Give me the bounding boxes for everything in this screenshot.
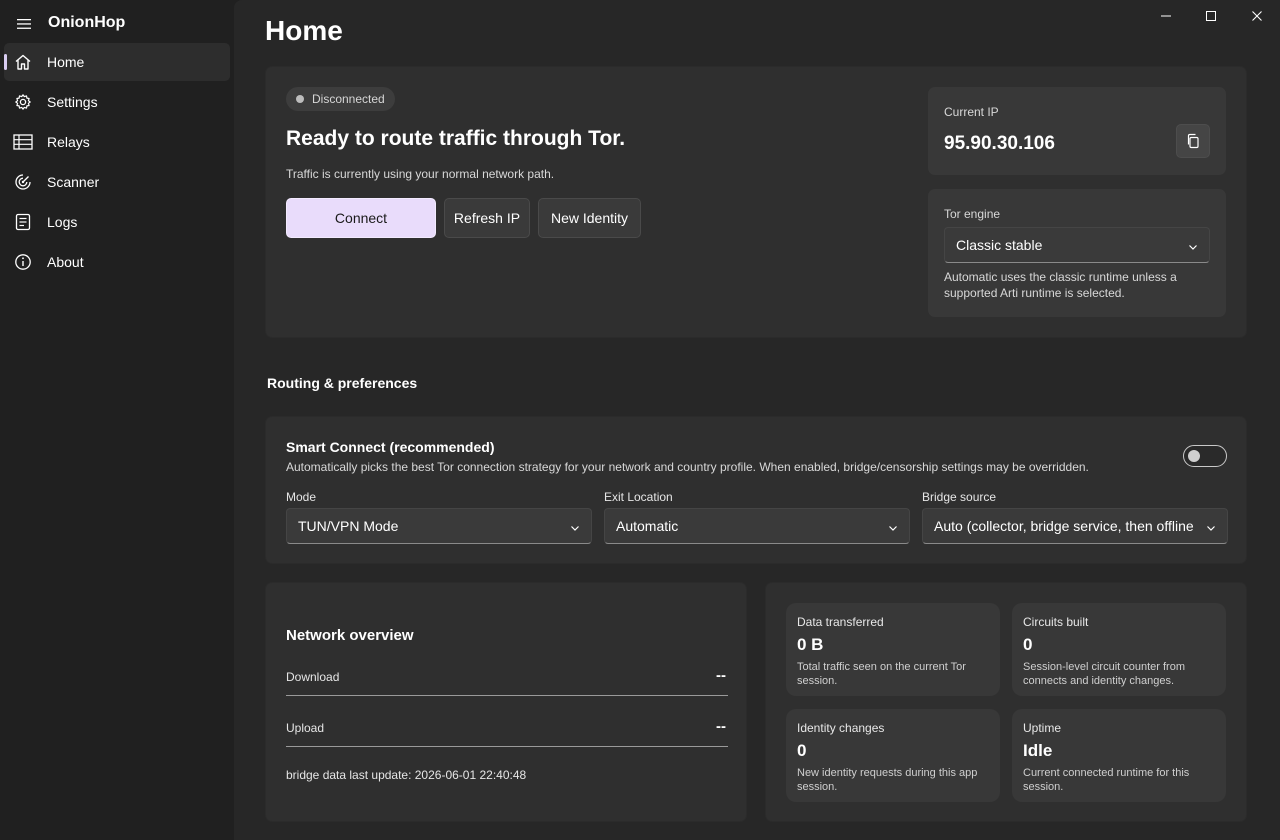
current-ip-label: Current IP <box>944 105 999 119</box>
app-title: OnionHop <box>48 14 126 31</box>
smart-connect-toggle[interactable] <box>1183 445 1227 467</box>
bridge-update-text: bridge data last update: 2026-06-01 22:4… <box>286 768 527 782</box>
home-icon <box>13 52 33 72</box>
exit-location-label: Exit Location <box>604 490 673 504</box>
exit-location-select[interactable]: Automatic <box>604 508 910 544</box>
sidebar-item-label: Logs <box>47 214 78 230</box>
status-badge: Disconnected <box>286 87 395 111</box>
divider <box>286 695 728 696</box>
radar-icon <box>13 172 33 192</box>
info-icon <box>13 252 33 272</box>
copy-ip-button[interactable] <box>1176 124 1210 158</box>
bridge-source-select[interactable]: Auto (collector, bridge service, then of… <box>922 508 1228 544</box>
download-value: -- <box>716 667 726 684</box>
sidebar-item-home[interactable]: Home <box>4 43 230 81</box>
status-dot-icon <box>296 95 304 103</box>
mode-label: Mode <box>286 490 317 504</box>
minimize-icon <box>1160 10 1172 22</box>
sidebar-item-relays[interactable]: Relays <box>4 123 230 161</box>
chevron-down-icon <box>887 521 899 533</box>
sidebar: OnionHop Home Settings Relays Scanner Lo… <box>0 0 234 840</box>
close-button[interactable] <box>1245 4 1269 28</box>
divider <box>286 746 728 747</box>
hero-description: Traffic is currently using your normal n… <box>286 167 555 181</box>
status-text: Disconnected <box>312 92 385 106</box>
toggle-knob <box>1188 450 1200 462</box>
smart-connect-title: Smart Connect (recommended) <box>286 439 495 455</box>
upload-value: -- <box>716 718 726 735</box>
minimize-button[interactable] <box>1154 4 1178 28</box>
stat-description: Session-level circuit counter from conne… <box>1023 661 1186 687</box>
current-ip-card: Current IP 95.90.30.106 <box>928 87 1226 175</box>
stat-description: Total traffic seen on the current Tor se… <box>797 661 966 687</box>
stat-label: Data transferred <box>797 615 884 629</box>
chevron-down-icon <box>569 521 581 533</box>
download-label: Download <box>286 670 340 684</box>
sidebar-item-label: Scanner <box>47 174 100 190</box>
stat-description: New identity requests during this app se… <box>797 767 978 793</box>
sidebar-item-label: Home <box>47 54 85 70</box>
mode-selected: TUN/VPN Mode <box>298 518 399 534</box>
sidebar-item-settings[interactable]: Settings <box>4 83 230 121</box>
list-icon <box>13 132 33 152</box>
chevron-down-icon <box>1205 521 1217 533</box>
close-icon <box>1251 10 1263 22</box>
connection-card: Disconnected Ready to route traffic thro… <box>265 66 1247 338</box>
maximize-icon <box>1205 10 1217 22</box>
main-content: Home Disconnected Ready to route traffic… <box>234 0 1280 840</box>
bridge-source-label: Bridge source <box>922 490 997 504</box>
stat-value: Idle <box>1023 741 1053 760</box>
stat-uptime: Uptime Idle Current connected runtime fo… <box>1012 709 1226 802</box>
stat-label: Circuits built <box>1023 615 1089 629</box>
tor-engine-help: Automatic uses the classic runtime unles… <box>944 270 1177 300</box>
document-icon <box>13 212 33 232</box>
connect-button[interactable]: Connect <box>286 198 436 238</box>
network-overview-card: Network overview Download -- Upload -- b… <box>265 582 747 822</box>
chevron-down-icon <box>1187 240 1199 252</box>
tor-engine-selected: Classic stable <box>956 237 1043 253</box>
stat-data-transferred: Data transferred 0 B Total traffic seen … <box>786 603 1000 696</box>
hamburger-menu-icon[interactable] <box>14 14 34 34</box>
new-identity-button[interactable]: New Identity <box>538 198 641 238</box>
stat-value: 0 <box>1023 635 1033 654</box>
sidebar-item-logs[interactable]: Logs <box>4 203 230 241</box>
gear-icon <box>13 92 33 112</box>
sidebar-item-label: About <box>47 254 84 270</box>
current-ip-value: 95.90.30.106 <box>944 133 1055 154</box>
exit-location-selected: Automatic <box>616 518 679 534</box>
stat-description: Current connected runtime for this sessi… <box>1023 767 1190 793</box>
stat-value: 0 B <box>797 635 824 654</box>
sidebar-item-label: Relays <box>47 134 90 150</box>
tor-engine-card: Tor engine Classic stable Automatic uses… <box>928 189 1226 317</box>
stat-identity-changes: Identity changes 0 New identity requests… <box>786 709 1000 802</box>
network-overview-title: Network overview <box>286 627 414 644</box>
upload-label: Upload <box>286 721 325 735</box>
stat-label: Identity changes <box>797 721 885 735</box>
mode-select[interactable]: TUN/VPN Mode <box>286 508 592 544</box>
stat-label: Uptime <box>1023 721 1062 735</box>
routing-card: Smart Connect (recommended) Automaticall… <box>265 416 1247 564</box>
stat-circuits-built: Circuits built 0 Session-level circuit c… <box>1012 603 1226 696</box>
tor-engine-label: Tor engine <box>944 207 1001 221</box>
stat-value: 0 <box>797 741 807 760</box>
smart-connect-description: Automatically picks the best Tor connect… <box>286 460 1089 474</box>
tor-engine-select[interactable]: Classic stable <box>944 227 1210 263</box>
bridge-source-selected: Auto (collector, bridge service, then of… <box>934 518 1194 534</box>
sidebar-item-scanner[interactable]: Scanner <box>4 163 230 201</box>
refresh-ip-button[interactable]: Refresh IP <box>444 198 530 238</box>
routing-section-title: Routing & preferences <box>267 375 418 391</box>
sidebar-item-label: Settings <box>47 94 98 110</box>
stats-card: Data transferred 0 B Total traffic seen … <box>765 582 1247 822</box>
page-title: Home <box>265 15 343 46</box>
sidebar-item-about[interactable]: About <box>4 243 230 281</box>
maximize-button[interactable] <box>1199 4 1223 28</box>
copy-icon <box>1185 133 1201 149</box>
hero-title: Ready to route traffic through Tor. <box>286 127 626 150</box>
sidebar-nav: Home Settings Relays Scanner Logs About <box>4 43 230 283</box>
